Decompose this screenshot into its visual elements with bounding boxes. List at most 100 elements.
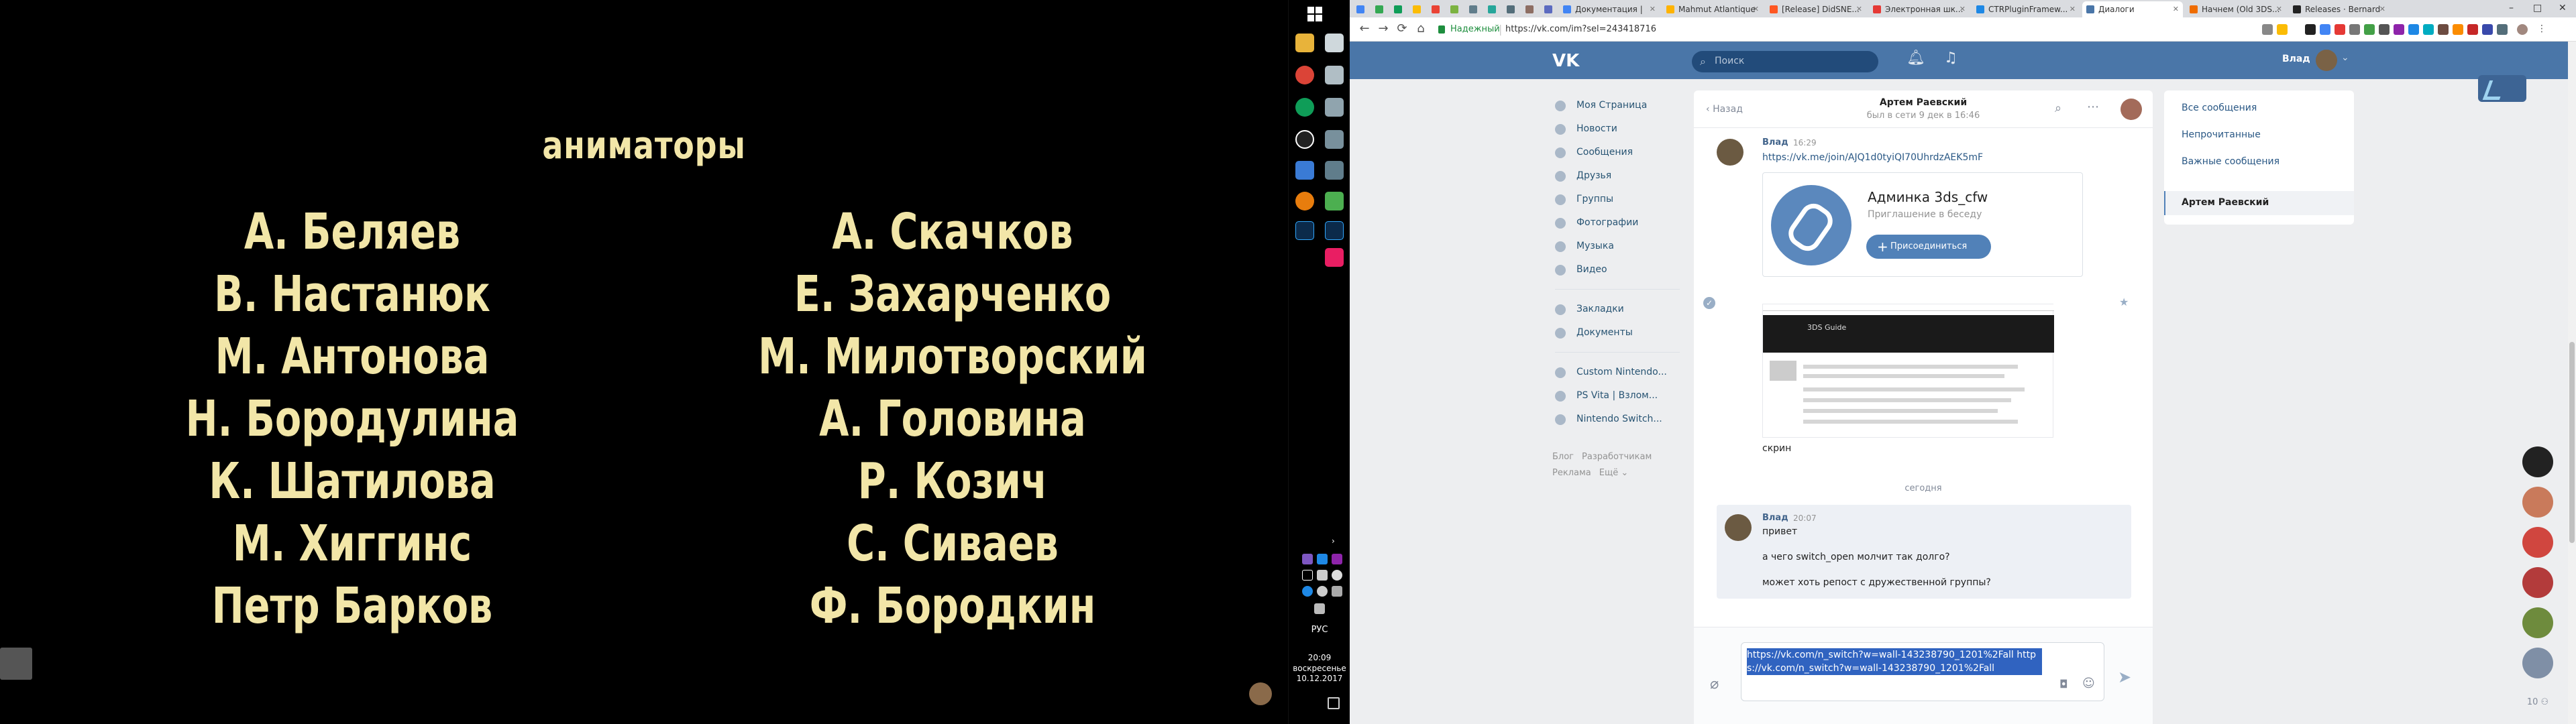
app-icon[interactable] [1325,98,1344,117]
app-icon[interactable] [1325,130,1344,149]
nav-item-my-page[interactable]: Моя Страница [1552,94,1686,117]
video-frame[interactable]: аниматоры А. Беляев В. Настанюк М. Антон… [0,0,1288,724]
nav-item-music[interactable]: Музыка [1552,235,1686,258]
star-icon[interactable]: ★ [2119,296,2129,308]
floating-app-icon[interactable] [2478,75,2526,102]
tray-icon[interactable] [1332,586,1342,597]
message-avatar[interactable] [1717,139,1743,166]
camera-icon[interactable]: ◘ [2059,678,2068,690]
browser-tab[interactable] [1390,1,1407,17]
tray-icon[interactable] [1302,554,1313,564]
nav-item-group-link[interactable]: Custom Nintendo... [1552,361,1686,384]
message-author[interactable]: Влад [1762,513,1788,523]
tab-close-icon[interactable]: ✕ [2070,1,2076,17]
tray-expand-icon[interactable]: › [1332,536,1342,547]
tab-close-icon[interactable]: ✕ [1960,1,1966,17]
extension-icon[interactable] [2408,24,2419,35]
join-button[interactable]: + Присоединиться [1866,235,1991,259]
steam-icon[interactable] [1317,586,1328,597]
extension-icon[interactable] [2334,24,2345,35]
chat-count[interactable]: 10 ⚇ [2522,697,2553,707]
message-input[interactable]: https://vk.com/n_switch?w=wall-143238790… [1741,642,2104,701]
user-avatar[interactable] [2316,50,2337,71]
paperclip-icon[interactable]: ⌀ [1710,676,1719,692]
url-field[interactable]: https://vk.com/im?sel=243418716 [1505,24,1656,34]
app-icon[interactable] [1325,248,1344,267]
nav-item-friends[interactable]: Друзья [1552,164,1686,188]
browser-tab[interactable] [1446,1,1464,17]
bell-icon[interactable]: 🔔︎ [1907,50,1925,66]
message-avatar[interactable] [1725,514,1752,541]
browser-tab[interactable]: Mahmut Atlantique ✕ [1662,1,1763,17]
photoshop-icon[interactable] [1295,221,1314,240]
nav-item-groups[interactable]: Группы [1552,188,1686,211]
nav-item-group-link[interactable]: PS Vita | Взлом... [1552,384,1686,408]
chrome-icon[interactable] [1295,98,1314,117]
notifications-icon[interactable] [1328,697,1340,709]
volume-icon[interactable] [1317,570,1328,581]
photoshop-icon[interactable] [1325,221,1344,240]
file-explorer-icon[interactable] [1295,34,1314,52]
filter-important[interactable]: Важные сообщения [2164,156,2354,167]
extension-icon[interactable] [2394,24,2404,35]
app-icon[interactable] [1325,34,1344,52]
extension-icon[interactable] [2349,24,2360,35]
extension-icon[interactable] [2438,24,2449,35]
browser-tab-active[interactable]: Диалоги ✕ [2082,1,2183,17]
windows-start-icon[interactable] [1307,7,1322,21]
extension-icon[interactable] [2482,24,2493,35]
chat-bubble-avatar[interactable] [2522,527,2553,558]
input-language[interactable]: РУС [1289,625,1350,635]
nav-item-group-link[interactable]: Nintendo Switch... [1552,408,1686,431]
extension-icon[interactable] [2467,24,2478,35]
extension-icon[interactable] [2305,24,2316,35]
close-button[interactable]: ✕ [2559,3,2567,13]
app-icon[interactable] [1325,161,1344,180]
browser-tab[interactable] [1409,1,1426,17]
tab-close-icon[interactable]: ✕ [1650,1,1656,17]
app-icon[interactable] [1295,161,1314,180]
forward-arrow-icon[interactable]: → [1375,21,1391,36]
footer-link[interactable]: Разработчикам [1582,452,1652,462]
browser-tab[interactable] [1503,1,1520,17]
attached-screenshot[interactable]: 3DS Guide [1762,304,2054,438]
tray-icon[interactable] [1317,554,1328,564]
tray-icon[interactable] [1302,586,1313,597]
maximize-button[interactable]: □ [2533,3,2542,13]
reload-icon[interactable]: ⟳ [1394,21,1410,36]
chat-avatar[interactable] [2121,99,2142,120]
app-icon[interactable] [1325,66,1344,84]
secure-label[interactable]: Надежный [1450,24,1500,34]
message-link[interactable]: https://vk.me/join/AJQ1d0tyiQI70UhrdzAEK… [1762,152,1983,163]
tab-close-icon[interactable]: ✕ [1753,1,1759,17]
zoom-icon[interactable] [2262,24,2273,35]
filter-all[interactable]: Все сообщения [2164,103,2354,113]
extension-icon[interactable] [2379,24,2390,35]
nav-item-news[interactable]: Новости [1552,117,1686,141]
browser-tab[interactable]: Начнем (Old 3DS... ✕ [2186,1,2286,17]
tab-close-icon[interactable]: ✕ [2173,1,2179,17]
browser-tab[interactable]: Releases · Bernard ✕ [2289,1,2390,17]
message-input-text[interactable]: https://vk.com/n_switch?w=wall-143238790… [1747,648,2042,675]
tab-close-icon[interactable]: ✕ [1856,1,1862,17]
chat-bubble-avatar[interactable] [2522,607,2553,638]
message-author[interactable]: Влад [1762,137,1788,147]
extension-icon[interactable] [2423,24,2434,35]
extension-icon[interactable] [2320,24,2330,35]
footer-link[interactable]: Блог [1552,452,1574,462]
network-icon[interactable] [1302,570,1313,581]
home-icon[interactable]: ⌂ [1413,21,1429,36]
tab-close-icon[interactable]: ✕ [2379,1,2385,17]
browser-tab[interactable] [1484,1,1501,17]
browser-tab[interactable]: Документация | ✕ [1559,1,1660,17]
browser-tab[interactable] [1521,1,1539,17]
browser-tab[interactable] [1540,1,1558,17]
menu-dots-icon[interactable]: ⋮ [2537,24,2548,35]
more-icon[interactable]: ⋯ [2087,100,2099,114]
search-input[interactable]: ⌕ Поиск [1692,51,1878,72]
minimize-button[interactable]: – [2509,3,2514,13]
vk-logo[interactable]: VK [1552,51,1579,71]
browser-tab[interactable] [1371,1,1389,17]
chat-bubble-avatar[interactable] [2522,567,2553,598]
chat-bubble-avatar[interactable] [2522,648,2553,678]
